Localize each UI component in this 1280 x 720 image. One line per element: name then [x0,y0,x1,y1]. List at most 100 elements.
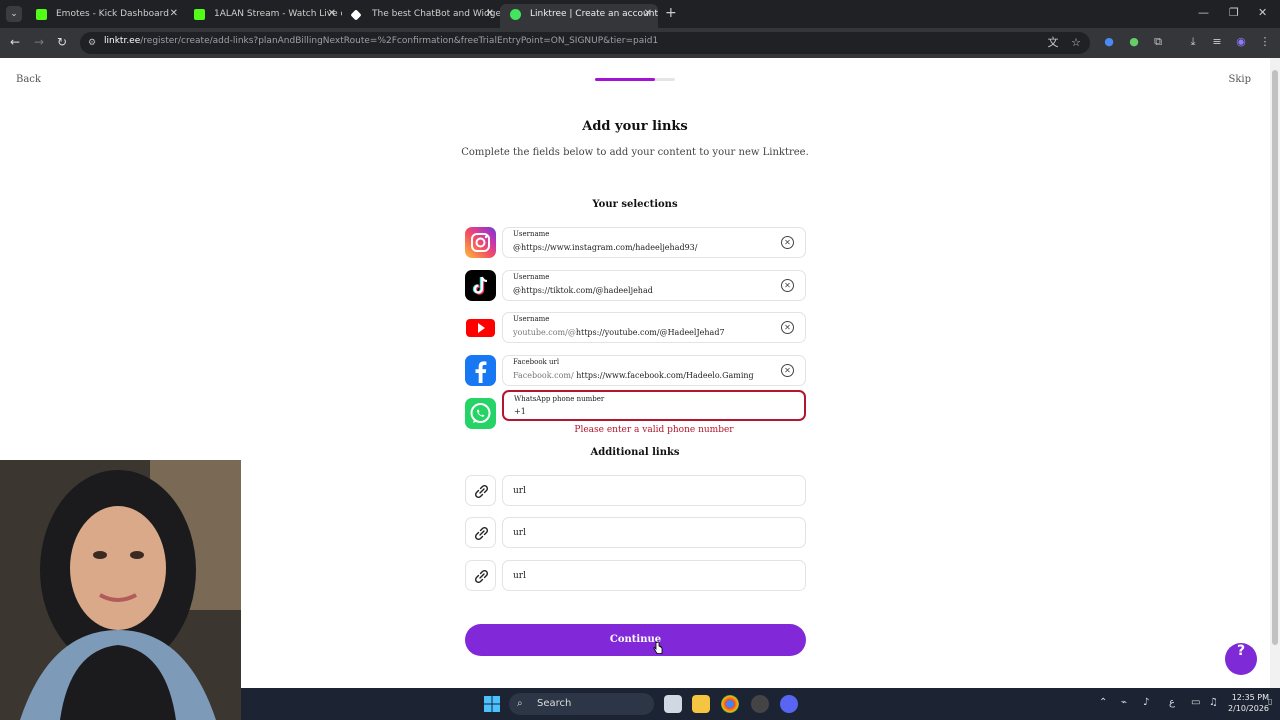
field-input-text[interactable]: +1 [514,407,526,416]
url-text[interactable]: linktr.ee/register/create/add-links?plan… [104,36,658,46]
site-info-icon[interactable]: ⚙ [88,37,100,49]
youtube-icon [465,312,496,343]
chrome-menu-icon[interactable]: ⋮ [1258,35,1272,49]
field-value[interactable]: @https://tiktok.com/@hadeeljehad [513,286,653,295]
field-value[interactable]: Facebook.com/ https://www.facebook.com/H… [513,371,754,380]
field-label: Username [513,315,550,323]
browser-toolbar: ← → ↻ ⚙ linktr.ee/register/create/add-li… [0,28,1280,58]
whatsapp-icon [465,398,496,429]
page-subtitle: Complete the fields below to add your co… [461,147,809,158]
notification-icon[interactable]: ▯ [1268,697,1272,706]
back-link[interactable]: Back [16,74,41,85]
minimize-icon[interactable]: — [1198,6,1209,19]
taskbar-clock[interactable]: 12:35 PM 2/10/2026 [1228,692,1269,714]
tray-overflow-icon[interactable]: ⌃ [1099,697,1107,708]
tab-close-icon[interactable]: ✕ [486,4,494,24]
additional-url-field[interactable]: url [502,517,806,548]
forward-arrow-icon[interactable]: → [34,35,44,49]
tab-title: Emotes - Kick Dashboard [56,9,169,19]
kick-favicon-icon [194,9,205,20]
tiktok-username-field[interactable]: Username @https://tiktok.com/@hadeeljeha… [502,270,806,301]
tab-close-icon[interactable]: ✕ [170,4,178,24]
field-label: Username [513,273,550,281]
profile-avatar-icon[interactable]: ◉ [1234,35,1248,49]
network-icon[interactable]: ⌁ [1121,697,1127,708]
continue-button[interactable]: Continue [465,624,806,656]
scrollbar-thumb[interactable] [1272,70,1278,645]
input-language-indicator[interactable]: ع [1169,697,1175,708]
task-view-icon[interactable] [664,695,682,713]
maximize-icon[interactable]: ❐ [1229,6,1239,19]
additional-url-field[interactable]: url [502,475,806,506]
tiktok-icon [465,270,496,301]
field-input-text[interactable]: https://youtube.com/@HadeelJehad7 [576,328,725,337]
instagram-username-field[interactable]: Username @https://www.instagram.com/hade… [502,227,806,258]
help-chat-button[interactable]: ? [1225,643,1257,675]
clear-field-icon[interactable]: ✕ [781,364,794,377]
browser-tab[interactable]: Emotes - Kick Dashboard ✕ [26,4,184,28]
selections-heading: Your selections [592,199,678,210]
browser-tab-active[interactable]: Linktree | Create an account for ✕ [500,4,658,28]
download-icon[interactable]: ⤓ [1186,35,1200,49]
url-placeholder[interactable]: url [513,528,526,538]
tab-title: Linktree | Create an account for [530,9,658,19]
display-icon[interactable]: ▭ [1191,697,1200,708]
additional-url-field[interactable]: url [502,560,806,591]
clear-field-icon[interactable]: ✕ [781,279,794,292]
tab-close-icon[interactable]: ✕ [328,4,336,24]
field-prefix: youtube.com/@ [513,328,576,337]
app-taskbar-icon[interactable] [751,695,769,713]
url-placeholder[interactable]: url [513,486,526,496]
youtube-username-field[interactable]: Username youtube.com/@https://youtube.co… [502,312,806,343]
field-label: Facebook url [513,358,560,366]
tab-search-menu-button[interactable]: ⌄ [6,6,22,22]
url-placeholder[interactable]: url [513,571,526,581]
extensions-puzzle-icon[interactable]: ⧉ [1151,35,1165,49]
back-arrow-icon[interactable]: ← [10,35,20,49]
field-value[interactable]: @https://www.instagram.com/hadeeljehad93… [513,243,697,252]
search-icon: ⌕ [517,698,523,709]
linktree-favicon-icon [510,9,521,20]
skip-link[interactable]: Skip [1228,74,1251,85]
discord-taskbar-icon[interactable] [780,695,798,713]
tab-close-icon[interactable]: ✕ [644,4,652,24]
bookmark-star-icon[interactable]: ☆ [1069,36,1083,50]
translate-icon[interactable]: 文 [1046,36,1060,50]
windows-start-icon[interactable] [484,696,500,712]
address-bar[interactable]: ⚙ linktr.ee/register/create/add-links?pl… [80,32,1090,54]
microphone-icon[interactable]: ♪ [1143,697,1149,708]
tab-title: 1ALAN Stream - Watch Live on [214,9,342,19]
kick-favicon-icon [36,9,47,20]
whatsapp-phone-field[interactable]: WhatsApp phone number +1 [502,390,806,421]
facebook-url-field[interactable]: Facebook url Facebook.com/ https://www.f… [502,355,806,386]
field-input-text[interactable]: https://www.instagram.com/hadeeljehad93/ [521,243,697,252]
field-input-text[interactable]: https://tiktok.com/@hadeeljehad [521,286,653,295]
window-close-icon[interactable]: ✕ [1258,6,1267,19]
field-input-text[interactable]: https://www.facebook.com/Hadeelo.Gaming [576,371,753,380]
field-prefix: Facebook.com/ [513,371,577,380]
clock-time: 12:35 PM [1231,693,1270,702]
reload-icon[interactable]: ↻ [57,35,67,49]
link-icon [465,475,496,506]
new-tab-button[interactable]: + [665,5,677,21]
field-label: Username [513,230,550,238]
field-prefix: @ [513,243,521,252]
page-scrollbar[interactable] [1270,58,1280,688]
field-value[interactable]: youtube.com/@https://youtube.com/@Hadeel… [513,328,725,337]
facebook-icon [465,355,496,386]
field-prefix: @ [513,286,521,295]
browser-tab[interactable]: The best ChatBot and Widgets ✕ [342,4,500,28]
clear-field-icon[interactable]: ✕ [781,236,794,249]
file-explorer-icon[interactable] [692,695,710,713]
url-path: /register/create/add-links?planAndBillin… [140,36,659,46]
volume-icon[interactable]: ♫ [1209,697,1218,708]
tab-title: The best ChatBot and Widgets [372,9,500,19]
extension-icon[interactable]: ● [1127,35,1141,49]
browser-tab[interactable]: 1ALAN Stream - Watch Live on ✕ [184,4,342,28]
taskbar-search-box[interactable]: ⌕ Search [509,693,654,715]
url-host: linktr.ee [104,36,141,46]
clear-field-icon[interactable]: ✕ [781,321,794,334]
reading-list-icon[interactable]: ≡ [1210,35,1224,49]
chrome-taskbar-icon[interactable] [721,695,739,713]
extension-icon[interactable]: ● [1102,35,1116,49]
